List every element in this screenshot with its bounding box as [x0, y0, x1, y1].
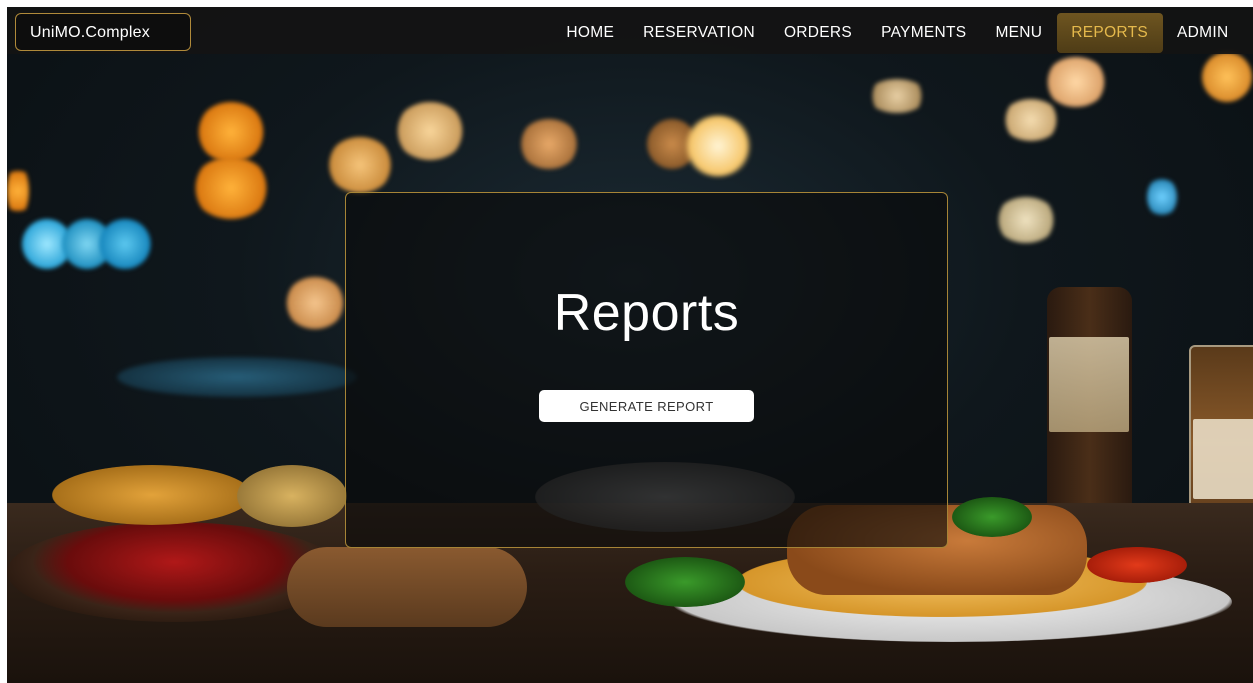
bokeh-light [1147, 177, 1177, 217]
bokeh-light [1045, 57, 1107, 107]
bokeh-light [867, 79, 927, 113]
nav-links: HOME RESERVATION ORDERS PAYMENTS MENU RE… [552, 13, 1243, 53]
nav-item-home[interactable]: HOME [552, 13, 629, 53]
glass-label [1193, 419, 1253, 499]
nav-item-reports[interactable]: REPORTS [1056, 13, 1163, 53]
bokeh-light [99, 219, 151, 269]
generate-report-button[interactable]: GENERATE REPORT [539, 390, 754, 422]
nav-item-admin[interactable]: ADMIN [1163, 13, 1243, 53]
top-navbar: UniMO.Complex HOME RESERVATION ORDERS PA… [7, 7, 1253, 54]
nav-item-orders[interactable]: ORDERS [769, 13, 866, 53]
food-pile [52, 465, 252, 525]
parsley [625, 557, 745, 607]
wooden-board [287, 547, 527, 627]
page-title: Reports [553, 284, 740, 342]
bokeh-light [7, 165, 29, 217]
bokeh-light [192, 157, 270, 219]
bokeh-light [995, 197, 1057, 243]
brand-logo[interactable]: UniMO.Complex [15, 13, 191, 51]
bottle-label [1049, 337, 1129, 432]
bokeh-light [117, 357, 357, 397]
nav-item-menu[interactable]: MENU [981, 13, 1057, 53]
bokeh-light [327, 137, 393, 193]
bokeh-light [197, 102, 265, 162]
reports-card: Reports GENERATE REPORT [345, 192, 948, 548]
food-pile [237, 465, 347, 527]
bokeh-light [1202, 52, 1252, 102]
bokeh-light [683, 115, 753, 177]
nav-item-reservation[interactable]: RESERVATION [629, 13, 770, 53]
parsley [952, 497, 1032, 537]
bokeh-light [285, 277, 345, 329]
bokeh-light [395, 102, 465, 160]
bokeh-light [519, 119, 579, 169]
nav-item-payments[interactable]: PAYMENTS [867, 13, 981, 53]
bokeh-light [1002, 99, 1060, 141]
tomato [1087, 547, 1187, 583]
page-frame: UniMO.Complex HOME RESERVATION ORDERS PA… [7, 7, 1253, 683]
